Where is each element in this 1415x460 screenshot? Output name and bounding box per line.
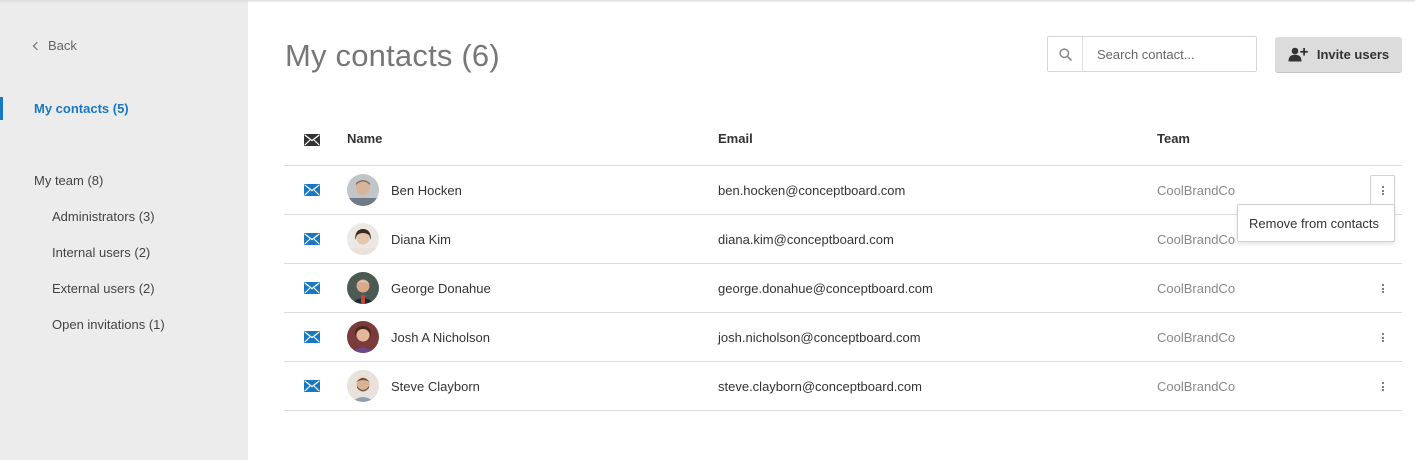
- more-options-button[interactable]: [1370, 175, 1395, 206]
- mail-icon[interactable]: [304, 166, 320, 214]
- sidebar-item-my-team[interactable]: My team (8): [34, 173, 103, 188]
- avatar: [347, 223, 379, 255]
- contact-team: CoolBrandCo: [1157, 231, 1236, 247]
- search-input[interactable]: [1083, 38, 1253, 70]
- sidebar-item-my-contacts[interactable]: My contacts (5): [34, 101, 129, 116]
- add-user-icon: [1288, 47, 1308, 62]
- sidebar-item-external-users[interactable]: External users (2): [52, 281, 155, 296]
- contact-team: CoolBrandCo: [1157, 280, 1236, 296]
- contact-email: diana.kim@conceptboard.com: [718, 231, 894, 247]
- column-header-team[interactable]: Team: [1157, 131, 1190, 146]
- mail-icon[interactable]: [304, 313, 320, 361]
- table-row: Ben Hocken ben.hocken@conceptboard.com C…: [284, 166, 1402, 215]
- search-box: [1047, 36, 1257, 72]
- contact-name: Josh A Nicholson: [391, 329, 491, 345]
- contact-team: CoolBrandCo: [1157, 182, 1236, 198]
- contact-team: CoolBrandCo: [1157, 378, 1236, 394]
- contact-email: george.donahue@conceptboard.com: [718, 280, 933, 296]
- more-options-button[interactable]: [1370, 371, 1395, 402]
- column-header-name[interactable]: Name: [347, 131, 382, 146]
- more-options-button[interactable]: [1370, 273, 1395, 304]
- table-row: Diana Kim diana.kim@conceptboard.com Coo…: [284, 215, 1402, 264]
- table-row: Josh A Nicholson josh.nicholson@conceptb…: [284, 313, 1402, 362]
- column-header-email[interactable]: Email: [718, 131, 753, 146]
- search-icon[interactable]: [1048, 37, 1083, 71]
- contact-name: George Donahue: [391, 280, 491, 296]
- contact-email: josh.nicholson@conceptboard.com: [718, 329, 921, 345]
- chevron-left-icon: [32, 41, 42, 51]
- avatar: [347, 174, 379, 206]
- avatar: [347, 370, 379, 402]
- more-vertical-icon: [1381, 332, 1384, 343]
- avatar: [347, 321, 379, 353]
- more-vertical-icon: [1381, 283, 1384, 294]
- table-header: Name Email Team: [284, 118, 1402, 166]
- back-link[interactable]: Back: [32, 38, 77, 53]
- contacts-app: Back My contacts (5) My team (8) Adminis…: [0, 0, 1415, 460]
- contact-name: Ben Hocken: [391, 182, 462, 198]
- sidebar: Back My contacts (5) My team (8) Adminis…: [0, 0, 248, 460]
- top-shadow: [0, 0, 1415, 3]
- more-vertical-icon: [1381, 185, 1384, 196]
- sidebar-item-internal-users[interactable]: Internal users (2): [52, 245, 150, 260]
- mail-icon[interactable]: [304, 362, 320, 410]
- contact-email: steve.clayborn@conceptboard.com: [718, 378, 922, 394]
- sidebar-item-administrators[interactable]: Administrators (3): [52, 209, 155, 224]
- table-row: Steve Clayborn steve.clayborn@conceptboa…: [284, 362, 1402, 411]
- more-options-button[interactable]: [1370, 322, 1395, 353]
- contact-email: ben.hocken@conceptboard.com: [718, 182, 906, 198]
- remove-from-contacts-menu-item[interactable]: Remove from contacts: [1237, 204, 1395, 242]
- table-row: George Donahue george.donahue@conceptboa…: [284, 264, 1402, 313]
- invite-users-button[interactable]: Invite users: [1275, 37, 1402, 72]
- avatar: [347, 272, 379, 304]
- more-vertical-icon: [1381, 381, 1384, 392]
- contact-name: Steve Clayborn: [391, 378, 480, 394]
- page-title: My contacts (6): [285, 38, 500, 73]
- contacts-table: Name Email Team Ben Hocken ben.hocken@co…: [284, 118, 1402, 411]
- contact-name: Diana Kim: [391, 231, 451, 247]
- sidebar-item-open-invitations[interactable]: Open invitations (1): [52, 317, 165, 332]
- active-indicator: [0, 97, 3, 120]
- invite-users-label: Invite users: [1316, 47, 1390, 62]
- back-label: Back: [48, 38, 77, 53]
- mail-icon[interactable]: [304, 264, 320, 312]
- select-all-mail-icon[interactable]: [304, 134, 320, 149]
- contact-team: CoolBrandCo: [1157, 329, 1236, 345]
- mail-icon[interactable]: [304, 215, 320, 263]
